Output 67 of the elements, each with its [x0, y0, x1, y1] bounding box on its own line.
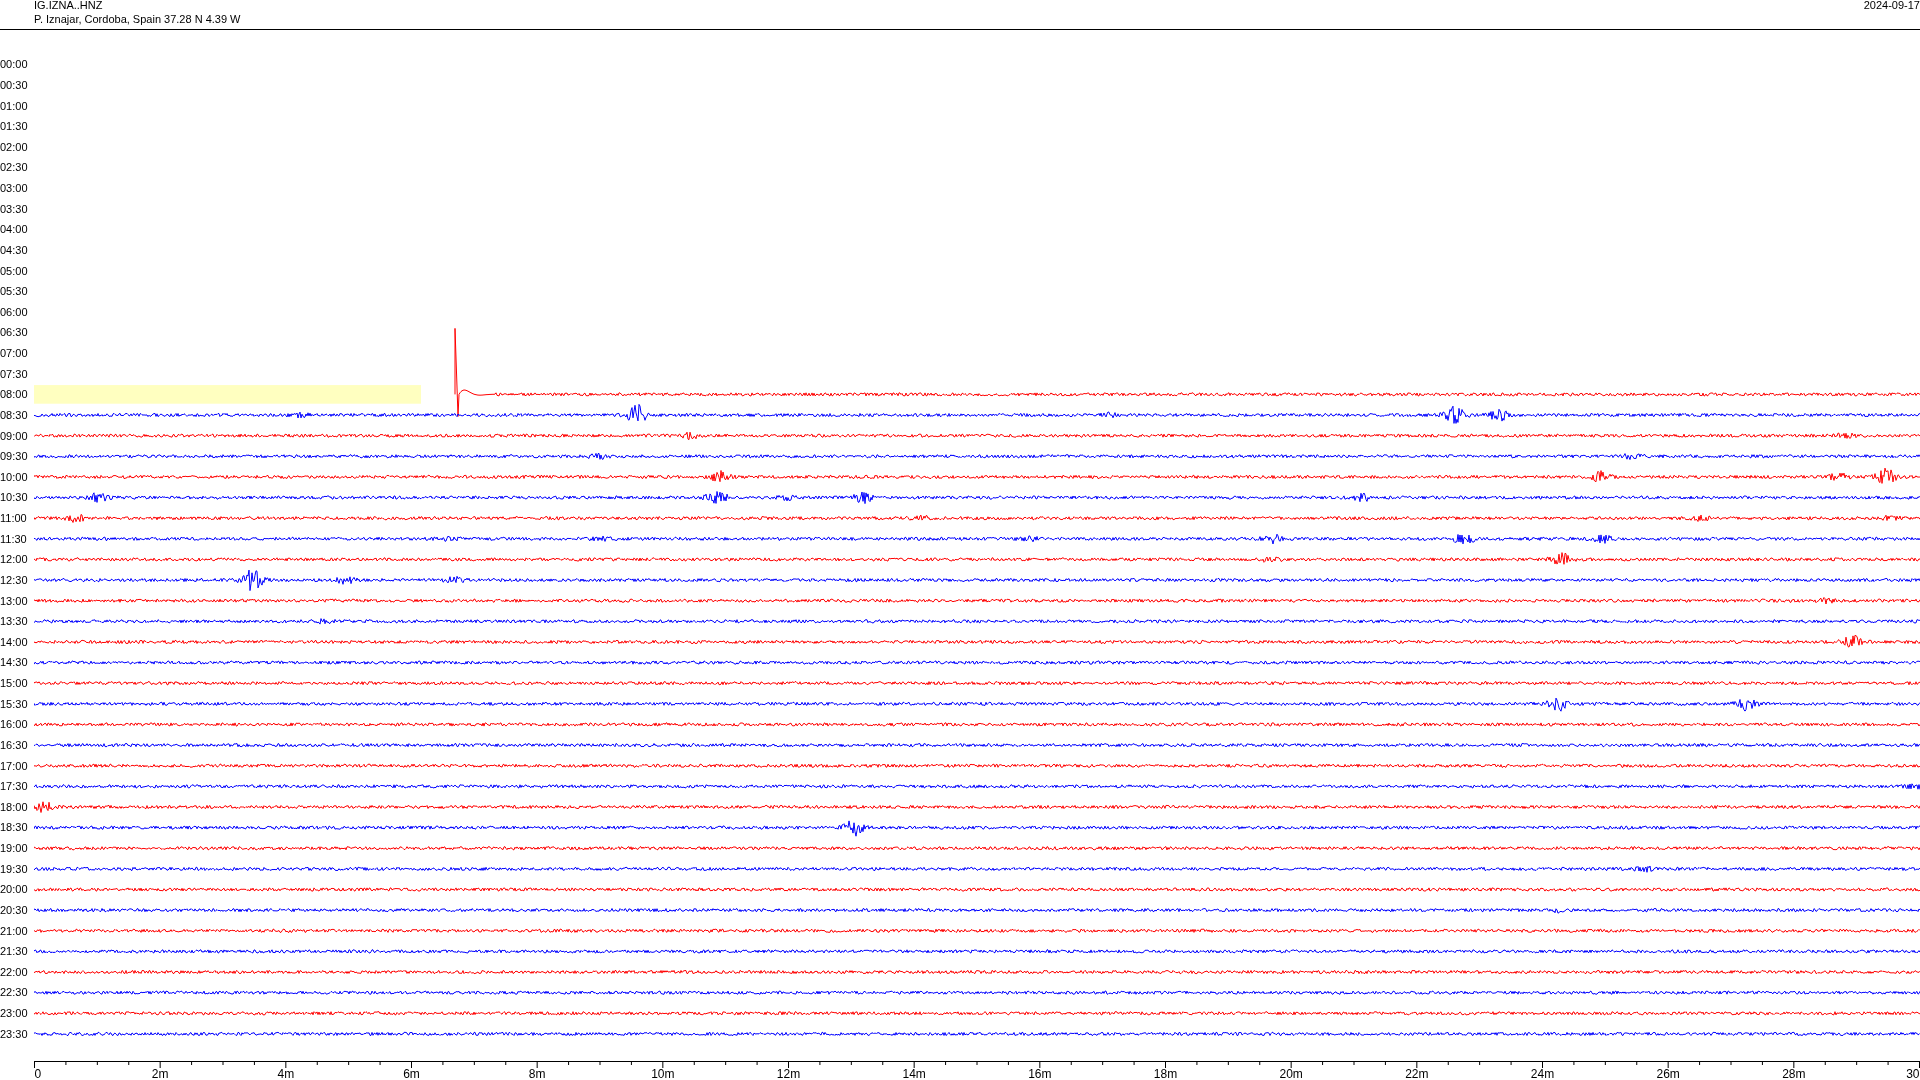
axis-label: 14m — [902, 1067, 926, 1080]
time-label: 07:30 — [0, 367, 28, 380]
time-label: 05:30 — [0, 285, 28, 298]
time-label: 08:00 — [0, 388, 28, 401]
time-label: 15:00 — [0, 677, 28, 690]
axis-label: 6m — [403, 1067, 420, 1080]
time-label: 17:00 — [0, 759, 28, 772]
time-label: 22:00 — [0, 965, 28, 978]
station-location: P. Iznajar, Cordoba, Spain 37.28 N 4.39 W — [34, 12, 241, 26]
time-label: 12:00 — [0, 553, 28, 566]
axis-label: 8m — [528, 1067, 546, 1080]
time-label: 10:30 — [0, 491, 28, 504]
record-date: 2024-09-17 — [1863, 0, 1920, 13]
time-label: 06:00 — [0, 305, 28, 318]
axis-label: 18m — [1153, 1067, 1178, 1080]
axis-label: 28m — [1782, 1067, 1806, 1080]
axis-label: 2m — [151, 1067, 169, 1080]
time-label: 03:30 — [0, 202, 28, 215]
time-label: 01:30 — [0, 120, 28, 133]
time-label: 11:30 — [0, 532, 27, 545]
time-label: 03:00 — [0, 182, 28, 195]
axis-label: 12m — [776, 1067, 801, 1080]
time-label: 21:00 — [0, 924, 28, 937]
time-label: 04:00 — [0, 223, 28, 236]
time-label: 04:30 — [0, 243, 28, 256]
axis-label: 20m — [1279, 1067, 1303, 1080]
time-label: 14:30 — [0, 656, 28, 669]
time-label: 20:00 — [0, 883, 28, 896]
time-label: 16:00 — [0, 718, 28, 731]
time-label: 12:30 — [0, 573, 28, 586]
axis-label: 22m — [1405, 1067, 1429, 1080]
time-label: 01:00 — [0, 99, 28, 112]
time-label: 13:30 — [0, 615, 28, 628]
time-label: 09:00 — [0, 429, 28, 442]
time-label: 22:30 — [0, 986, 28, 999]
time-label: 21:30 — [0, 945, 28, 958]
time-label: 07:00 — [0, 347, 28, 360]
time-label: 16:30 — [0, 738, 28, 751]
time-label: 00:30 — [0, 78, 28, 91]
axis-label: 16m — [1028, 1067, 1052, 1080]
axis-label: 10m — [651, 1067, 675, 1080]
time-label: 19:00 — [0, 842, 28, 855]
time-label: 05:00 — [0, 264, 28, 277]
time-label: 09:30 — [0, 450, 28, 463]
time-label: 08:30 — [0, 408, 28, 421]
time-label: 15:30 — [0, 697, 28, 710]
time-label: 06:30 — [0, 326, 28, 339]
station-code: IG.IZNA..HNZ — [34, 0, 104, 12]
time-label: 00:00 — [0, 58, 28, 71]
time-label: 18:00 — [0, 800, 28, 813]
time-label: 02:00 — [0, 140, 28, 153]
axis-label: 4m — [277, 1067, 295, 1080]
time-label: 14:00 — [0, 635, 28, 648]
time-label: 18:30 — [0, 821, 28, 834]
time-label: 23:00 — [0, 1007, 28, 1020]
axis-label: 26m — [1656, 1067, 1680, 1080]
time-label: 02:30 — [0, 161, 28, 174]
time-label: 17:30 — [0, 780, 28, 793]
axis-label: 24m — [1530, 1067, 1555, 1080]
time-label: 13:00 — [0, 594, 28, 607]
time-label: 20:30 — [0, 903, 28, 916]
axis-label: 0 — [34, 1067, 42, 1080]
time-label: 11:00 — [0, 512, 27, 525]
time-label: 23:30 — [0, 1027, 28, 1040]
time-label: 19:30 — [0, 862, 28, 875]
axis-label: 30 — [1906, 1067, 1920, 1080]
time-label: 10:00 — [0, 470, 28, 483]
